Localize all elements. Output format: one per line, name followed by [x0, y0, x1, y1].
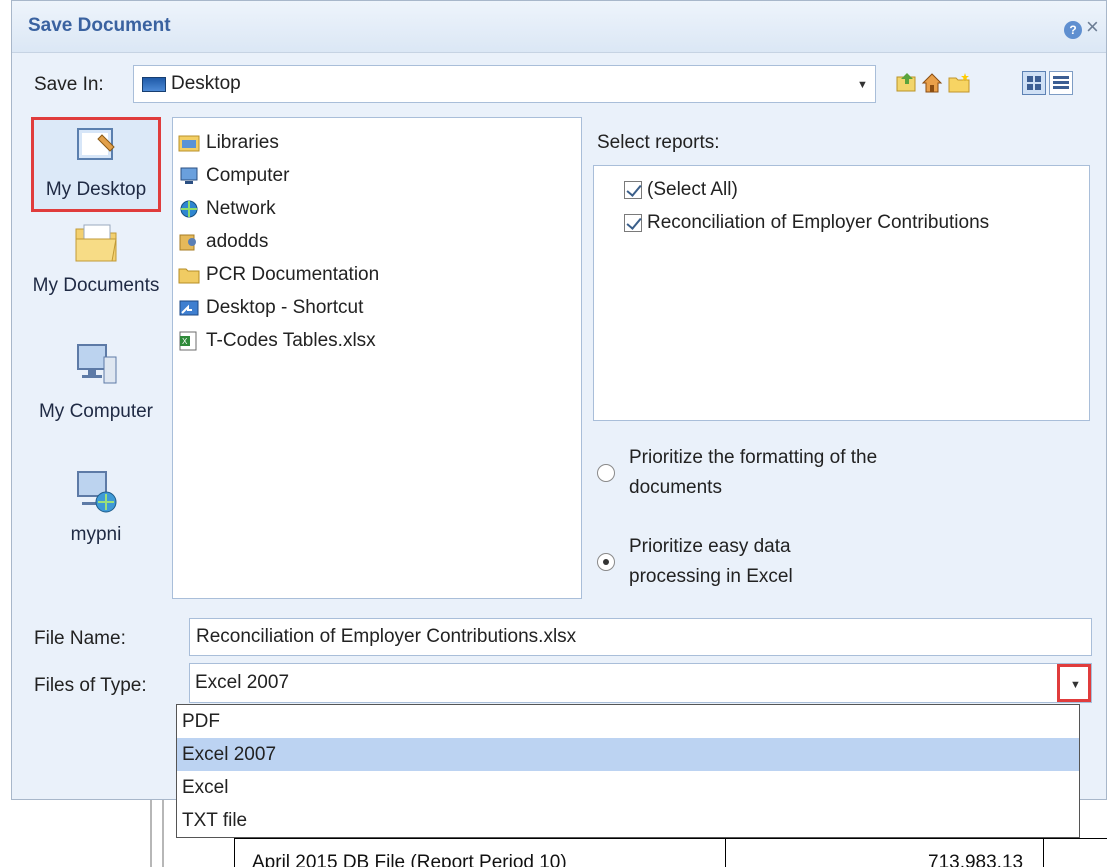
place-label: My Desktop: [45, 179, 147, 200]
file-type-option-pdf[interactable]: PDF: [177, 705, 1079, 738]
place-label: My Documents: [32, 275, 160, 296]
file-name-input[interactable]: [189, 618, 1092, 656]
file-name: adodds: [206, 231, 269, 252]
libraries-icon: [178, 133, 200, 153]
save-document-dialog: Save Document ? × Save In: Desktop ▼ My …: [11, 0, 1107, 800]
option-prioritize-excel[interactable]: Prioritize easy data processing in Excel: [597, 532, 793, 592]
checkbox[interactable]: [624, 214, 642, 232]
close-icon[interactable]: ×: [1086, 16, 1099, 38]
radio-button[interactable]: [597, 464, 615, 482]
file-item-network[interactable]: Network: [178, 194, 276, 224]
background-row-label: April 2015 DB File (Report Period 10): [252, 852, 567, 867]
file-type-label: Files of Type:: [34, 675, 147, 696]
file-item-computer[interactable]: Computer: [178, 161, 289, 191]
background-table-border: [1043, 838, 1044, 867]
file-name: T-Codes Tables.xlsx: [206, 330, 376, 351]
file-item-libraries[interactable]: Libraries: [178, 128, 279, 158]
network-computer-icon: [72, 468, 120, 516]
file-list[interactable]: Libraries Computer Network adodds PCR Do…: [172, 117, 582, 599]
desktop-icon: [142, 77, 166, 92]
folder-icon: [178, 265, 200, 285]
chevron-down-icon: ▼: [857, 79, 868, 91]
up-folder-icon[interactable]: [895, 71, 919, 95]
file-item-pcr-documentation[interactable]: PCR Documentation: [178, 260, 379, 290]
background-divider: [162, 800, 164, 867]
desktop-icon: [72, 127, 120, 175]
option-label: Prioritize easy data processing in Excel: [629, 536, 793, 587]
place-label: mypni: [70, 524, 122, 545]
computer-icon: [72, 341, 120, 389]
help-icon[interactable]: ?: [1064, 21, 1082, 39]
place-my-desktop[interactable]: My Desktop: [31, 117, 161, 212]
file-type-select[interactable]: Excel 2007 ▼: [189, 663, 1092, 703]
file-type-dropdown-list: PDF Excel 2007 Excel TXT file: [176, 704, 1080, 838]
file-name-label: File Name:: [34, 628, 126, 649]
checkbox[interactable]: [624, 181, 642, 199]
report-label: Reconciliation of Employer Contributions: [647, 212, 990, 233]
network-icon: [178, 199, 200, 219]
save-in-label: Save In:: [34, 74, 104, 95]
chevron-down-icon: ▼: [1070, 679, 1081, 691]
report-label: (Select All): [647, 179, 738, 200]
file-name: Libraries: [206, 132, 279, 153]
new-folder-icon[interactable]: [947, 71, 971, 95]
computer-icon: [178, 166, 200, 186]
save-in-value: Desktop: [171, 73, 241, 94]
file-name: Network: [206, 198, 276, 219]
background-table-border: [234, 838, 1107, 839]
radio-button[interactable]: [597, 553, 615, 571]
reports-list[interactable]: (Select All) Reconciliation of Employer …: [593, 165, 1090, 421]
file-name: Computer: [206, 165, 290, 186]
background-table-border: [725, 838, 726, 867]
file-name: PCR Documentation: [206, 264, 380, 285]
place-label: My Computer: [38, 401, 154, 422]
file-type-option-excel[interactable]: Excel: [177, 771, 1079, 804]
option-label: Prioritize the formatting of the documen…: [629, 447, 878, 498]
select-reports-label: Select reports:: [597, 132, 720, 153]
file-item-tcodes-tables[interactable]: X T-Codes Tables.xlsx: [178, 326, 376, 356]
file-type-option-txt[interactable]: TXT file: [177, 804, 1079, 837]
file-name: Desktop - Shortcut: [206, 297, 364, 318]
file-type-dropdown-button[interactable]: ▼: [1057, 664, 1091, 702]
place-my-documents[interactable]: My Documents: [31, 219, 161, 301]
details-view-icon[interactable]: [1049, 71, 1073, 95]
thumbnails-view-icon[interactable]: [1022, 71, 1046, 95]
documents-folder-icon: [72, 219, 120, 267]
dialog-title-bar[interactable]: Save Document ? ×: [12, 1, 1106, 53]
home-icon[interactable]: [920, 71, 944, 95]
file-item-adodds[interactable]: adodds: [178, 227, 268, 257]
report-select-all[interactable]: (Select All): [624, 179, 738, 201]
option-prioritize-formatting[interactable]: Prioritize the formatting of the documen…: [597, 443, 877, 503]
file-item-desktop-shortcut[interactable]: Desktop - Shortcut: [178, 293, 363, 323]
background-divider: [150, 800, 152, 867]
report-reconciliation[interactable]: Reconciliation of Employer Contributions: [624, 212, 989, 234]
shortcut-icon: [178, 298, 200, 318]
excel-file-icon: X: [178, 331, 200, 351]
dialog-title: Save Document: [28, 15, 171, 36]
svg-text:X: X: [182, 337, 188, 346]
user-folder-icon: [178, 232, 200, 252]
file-type-value: Excel 2007: [195, 672, 290, 693]
file-type-option-excel-2007[interactable]: Excel 2007: [177, 738, 1079, 771]
place-mypni[interactable]: mypni: [31, 468, 161, 549]
background-table-border: [234, 838, 235, 867]
place-my-computer[interactable]: My Computer: [31, 341, 161, 427]
save-in-select[interactable]: Desktop ▼: [133, 65, 876, 103]
background-row-value: 713,983.13: [928, 852, 1024, 867]
